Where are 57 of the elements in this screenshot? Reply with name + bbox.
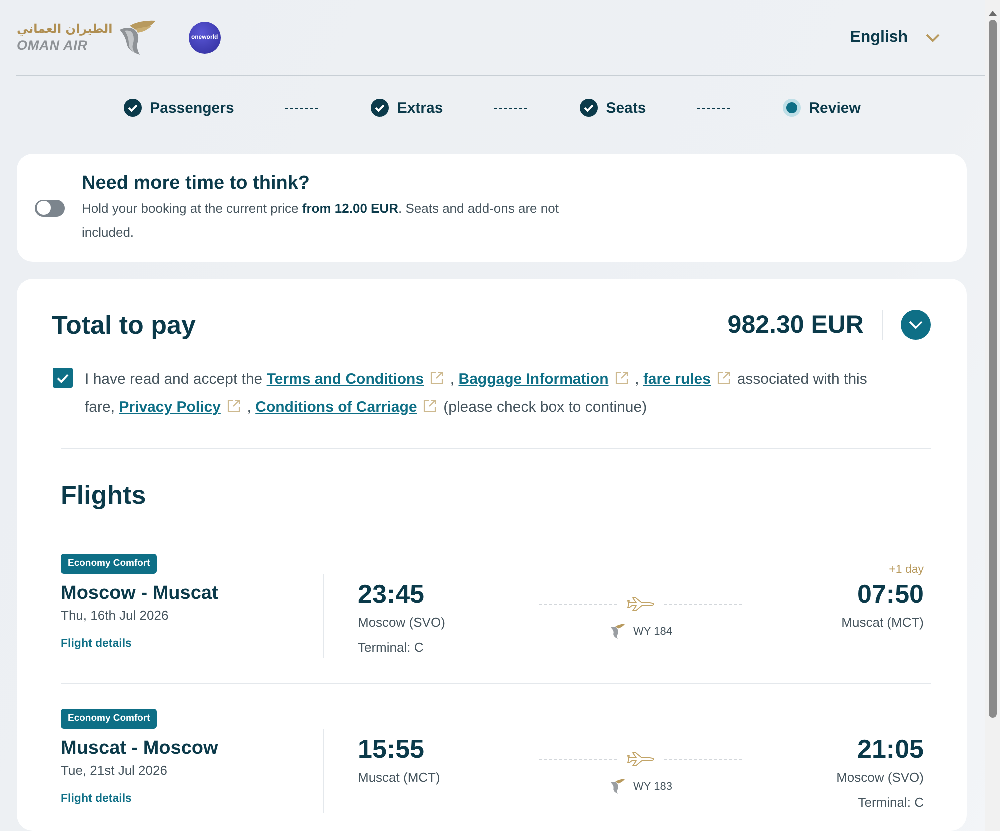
wing-logo-icon [610,779,625,794]
route-title: Muscat - Moscow [61,737,218,761]
day-offset: +1 day [889,563,924,577]
departure-airport: Moscow (SVO) [358,614,446,632]
step-label: Extras [397,100,444,116]
route-title: Moscow - Muscat [61,582,218,606]
cabin-badge: Economy Comfort [61,554,158,574]
arrival-time: 21:05 [858,733,924,765]
external-link-icon[interactable] [717,371,732,385]
expand-button[interactable] [901,310,931,340]
arrival-time: 07:50 [858,578,924,610]
arrival-airport: Moscow (SVO) [836,769,924,787]
step-label: Seats [606,100,646,116]
plane-icon [627,597,655,612]
plane-icon [627,752,655,767]
consent-link[interactable]: fare rules [643,371,711,388]
scrollbar-track[interactable] [985,0,1000,831]
flight-number: WY 184 [634,626,672,638]
external-link-icon[interactable] [227,399,242,413]
logo-wordmark: OMAN AIR [17,38,88,54]
total-amount: 982.30 EUR [728,310,864,340]
caret-icon [926,34,940,42]
departure-time: 23:45 [358,578,424,610]
consent-link[interactable]: Conditions of Carriage [256,399,418,416]
flight-details-link[interactable]: Flight details [61,635,132,653]
arrival-airport: Muscat (MCT) [842,614,924,632]
consent-checkbox[interactable] [53,368,73,388]
flight-number: WY 183 [634,780,672,792]
arrival-terminal: Terminal: C [858,794,924,812]
hold-title: Need more time to think? [82,172,310,196]
consent-link[interactable]: Terms and Conditions [266,371,424,388]
check-icon [57,374,69,382]
flights-heading: Flights [61,479,146,512]
hold-toggle[interactable] [35,200,65,216]
departure-airport: Muscat (MCT) [358,769,440,787]
step-label: Review [809,100,861,116]
logo-arabic-wordmark: الطيران العماني [17,21,113,38]
cabin-badge: Economy Comfort [61,709,158,729]
external-link-icon[interactable] [614,371,629,385]
departure-terminal: Terminal: C [358,639,424,657]
chevron-down-icon [909,321,923,329]
total-label: Total to pay [52,310,196,340]
scrollbar-thumb[interactable] [988,20,996,718]
consent-link[interactable]: Privacy Policy [119,399,221,416]
departure-time: 15:55 [358,733,424,765]
flight-date: Tue, 21st Jul 2026 [61,762,168,780]
scroll-up-icon[interactable] [988,11,996,16]
language-selector[interactable]: English [850,24,940,50]
consent-text: I have read and accept the Terms and Conditions , Baggage Information , fare rules associated with this fare, Privacy Policy , Conditions of Carriage (please check box to continue) [85,370,868,418]
consent-link[interactable]: Baggage Information [458,371,609,388]
flight-date: Thu, 16th Jul 2026 [61,607,169,625]
hold-description: Hold your booking at the current price from 12.00 EUR. Seats and add-ons are not included. [82,200,560,242]
external-link-icon[interactable] [430,371,444,385]
step-label: Passengers [150,100,234,116]
external-link-icon[interactable] [423,399,438,413]
wing-logo-icon [610,624,625,639]
flight-details-link[interactable]: Flight details [61,790,132,808]
